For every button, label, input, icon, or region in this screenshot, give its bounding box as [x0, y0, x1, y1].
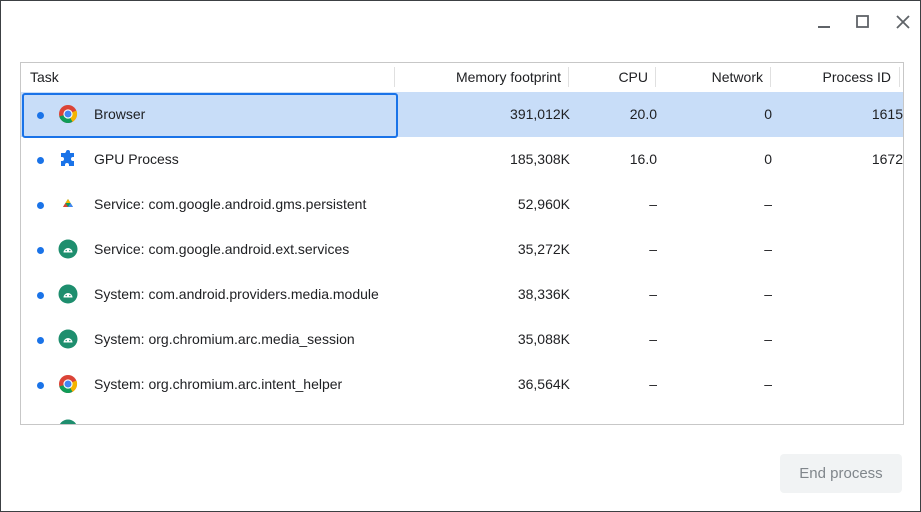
close-icon: [896, 15, 910, 29]
minimize-button[interactable]: [812, 11, 836, 33]
android-icon: [58, 329, 78, 349]
table-row[interactable]: System: org.chromium.arc.media_session 3…: [21, 317, 903, 362]
network-value: 0: [764, 151, 772, 167]
memory-value: 391,012K: [510, 106, 570, 122]
memory-value: 38,336K: [517, 286, 570, 302]
chrome-icon: [59, 105, 78, 124]
column-divider[interactable]: [770, 67, 771, 87]
process-id-value: [781, 317, 903, 362]
cpu-value: –: [649, 376, 657, 392]
task-name: System: org.chromium.arc.media_session: [94, 331, 355, 347]
table-row[interactable]: Browser 391,012K 20.0 0 1615: [21, 92, 903, 138]
memory-value: 52,960K: [517, 196, 570, 212]
table-row[interactable]: [21, 407, 903, 424]
task-name: Browser: [94, 106, 146, 122]
network-value: –: [764, 286, 772, 302]
header-task[interactable]: Task: [30, 63, 59, 91]
process-id-value: [781, 362, 903, 407]
android-icon: [59, 419, 77, 424]
table-row[interactable]: System: com.android.providers.media.modu…: [21, 272, 903, 317]
status-dot: [37, 202, 44, 209]
memory-value: 36,564K: [517, 376, 570, 392]
network-value: –: [764, 196, 772, 212]
status-dot: [37, 337, 44, 344]
table-row[interactable]: Service: com.google.android.ext.services…: [21, 227, 903, 272]
cpu-value: 20.0: [629, 106, 657, 122]
minimize-icon: [818, 26, 830, 28]
cpu-value: –: [649, 196, 657, 212]
status-dot: [37, 247, 44, 254]
play-services-icon: [63, 199, 73, 207]
process-id-value: [781, 272, 903, 317]
column-divider[interactable]: [394, 67, 395, 87]
header-network[interactable]: Network: [681, 63, 763, 91]
task-name: GPU Process: [94, 151, 179, 167]
network-value: –: [764, 331, 772, 347]
cpu-value: 16.0: [629, 151, 657, 167]
network-value: –: [764, 376, 772, 392]
chrome-icon: [59, 375, 78, 394]
task-name: Service: com.google.android.gms.persiste…: [94, 196, 367, 212]
memory-value: 35,272K: [517, 241, 570, 257]
table-row[interactable]: System: org.chromium.arc.intent_helper 3…: [21, 362, 903, 407]
status-dot: [37, 382, 44, 389]
column-divider[interactable]: [655, 67, 656, 87]
status-dot: [37, 157, 44, 164]
header-cpu[interactable]: CPU: [581, 63, 648, 91]
maximize-button[interactable]: [851, 11, 875, 33]
status-dot: [37, 112, 44, 119]
close-button[interactable]: [891, 11, 915, 33]
process-table[interactable]: Task Memory footprint CPU Network Proces…: [20, 62, 904, 425]
table-header: Task Memory footprint CPU Network Proces…: [21, 63, 903, 91]
task-name: Service: com.google.android.ext.services: [94, 241, 350, 257]
memory-value: 185,308K: [510, 151, 570, 167]
header-process-id[interactable]: Process ID: [781, 63, 891, 91]
process-id-value: [781, 182, 903, 227]
cpu-value: –: [649, 286, 657, 302]
column-divider[interactable]: [568, 67, 569, 87]
android-icon: [58, 239, 78, 259]
memory-value: 35,088K: [517, 331, 570, 347]
header-memory[interactable]: Memory footprint: [401, 63, 561, 91]
android-icon: [58, 284, 78, 304]
process-id-value: 1615: [871, 106, 903, 122]
process-id-value: [781, 227, 903, 272]
network-value: 0: [764, 106, 772, 122]
network-value: –: [764, 241, 772, 257]
task-manager-window: Task Memory footprint CPU Network Proces…: [0, 0, 921, 512]
table-row[interactable]: Service: com.google.android.gms.persiste…: [21, 182, 903, 227]
status-dot: [37, 292, 44, 299]
column-divider[interactable]: [899, 67, 900, 87]
task-name: System: org.chromium.arc.intent_helper: [94, 376, 343, 392]
puzzle-extension-icon: [61, 150, 74, 166]
maximize-icon: [856, 15, 869, 28]
cpu-value: –: [649, 241, 657, 257]
table-row[interactable]: GPU Process 185,308K 16.0 0 1672: [21, 137, 903, 182]
cpu-value: –: [649, 331, 657, 347]
task-name: System: com.android.providers.media.modu…: [94, 286, 379, 302]
process-id-value: 1672: [871, 151, 903, 167]
end-process-button[interactable]: End process: [780, 454, 902, 493]
